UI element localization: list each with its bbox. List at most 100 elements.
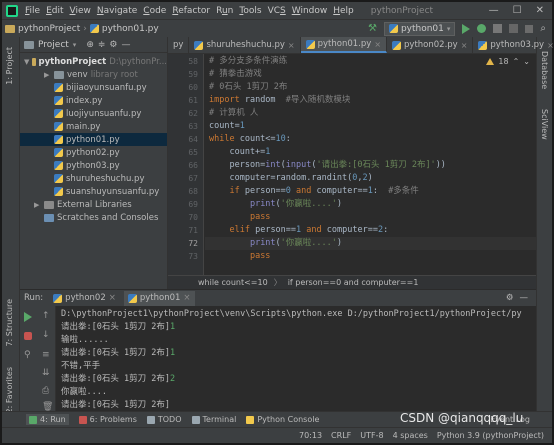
- line-separator[interactable]: CRLF: [331, 431, 351, 440]
- print-icon[interactable]: ⎙: [42, 386, 52, 396]
- breadcrumb-file[interactable]: python01.py: [87, 24, 162, 34]
- expand-arrow-icon[interactable]: ▶: [34, 201, 41, 209]
- code-breadcrumb-while[interactable]: while count<=10: [198, 278, 268, 287]
- pin-icon[interactable]: ⚲: [24, 350, 34, 360]
- hide-panel-icon[interactable]: —: [520, 293, 537, 303]
- close-tab-icon[interactable]: ×: [461, 41, 468, 50]
- run-console-output[interactable]: D:\pythonProject1\pythonProject\venv\Scr…: [57, 306, 536, 411]
- maximize-icon[interactable]: ☐: [513, 5, 522, 16]
- scroll-to-end-icon[interactable]: ⇊: [42, 368, 52, 378]
- tree-item[interactable]: ▶ venv library root: [20, 68, 167, 81]
- stop-icon[interactable]: [525, 24, 534, 33]
- tree-item[interactable]: ▶ External Libraries: [20, 198, 167, 211]
- project-panel-title[interactable]: Project: [38, 40, 69, 50]
- run-tab[interactable]: python02 ×: [49, 291, 120, 306]
- close-tab-icon[interactable]: ×: [547, 41, 554, 50]
- tree-item[interactable]: bijiaoyunsuanfu.py: [20, 81, 167, 94]
- menu-vcs[interactable]: VCS: [265, 6, 289, 16]
- tool-window-problems[interactable]: 6: Problems: [78, 415, 137, 424]
- breadcrumb-project[interactable]: pythonProject: [2, 24, 83, 34]
- close-icon[interactable]: ✕: [536, 5, 544, 16]
- soft-wrap-icon[interactable]: ≡: [42, 350, 52, 360]
- menu-tools[interactable]: Tools: [236, 6, 264, 16]
- tree-item[interactable]: luojiyunsuanfu.py: [20, 107, 167, 120]
- structure-tool-button[interactable]: 7: Structure: [5, 299, 14, 347]
- tool-window-python-console[interactable]: Python Console: [246, 415, 319, 424]
- profile-icon[interactable]: [509, 24, 519, 33]
- code-token: 1: [239, 121, 245, 131]
- expand-arrow-icon[interactable]: ▶: [44, 71, 51, 79]
- close-tab-icon[interactable]: ×: [374, 40, 381, 49]
- console-line: 不错,平手: [61, 360, 100, 373]
- chevron-up-icon[interactable]: ⌃: [513, 57, 520, 66]
- tool-window-terminal[interactable]: Terminal: [191, 415, 236, 424]
- tab-overflow[interactable]: py: [168, 37, 190, 53]
- rerun-icon[interactable]: [24, 312, 32, 322]
- search-icon[interactable]: ⌕: [540, 23, 546, 34]
- tab-file[interactable]: shuruheshuchu.py ×: [189, 37, 301, 53]
- minimize-icon[interactable]: —: [489, 5, 499, 16]
- tab-file[interactable]: python03.py ×: [473, 37, 554, 53]
- tab-file[interactable]: python02.py ×: [387, 37, 474, 53]
- chevron-down-icon[interactable]: ⌄: [523, 57, 530, 66]
- code-token: import: [209, 95, 240, 105]
- menu-run[interactable]: Run: [213, 6, 236, 16]
- project-tool-button[interactable]: 1: Project: [5, 47, 14, 85]
- file-encoding[interactable]: UTF-8: [360, 431, 383, 440]
- tree-item[interactable]: suanshuyunsuanfu.py: [20, 185, 167, 198]
- tree-item[interactable]: python02.py: [20, 146, 167, 159]
- menu-file[interactable]: File: [22, 6, 43, 16]
- menu-code[interactable]: Code: [140, 6, 169, 16]
- code-token: '请出拳:[0石头 1剪刀 2布]': [316, 160, 436, 170]
- menu-refactor[interactable]: Refactor: [169, 6, 213, 16]
- sciview-tool-button[interactable]: SciView: [540, 109, 549, 140]
- favorites-tool-button[interactable]: 2: Favorites: [5, 367, 14, 413]
- gear-icon[interactable]: ⚙: [109, 40, 117, 50]
- run-icon[interactable]: [462, 23, 471, 34]
- hide-panel-icon[interactable]: —: [121, 40, 130, 50]
- close-tab-icon[interactable]: ×: [288, 41, 295, 50]
- tree-root[interactable]: ▼ pythonProject D:\pythonPr...: [20, 55, 167, 68]
- arrow-up-icon[interactable]: ↑: [42, 311, 52, 321]
- menu-edit[interactable]: Edit: [43, 6, 66, 16]
- locate-target-icon[interactable]: ⊕: [86, 40, 94, 50]
- tree-root-label: pythonProject: [38, 56, 107, 67]
- chevron-down-icon[interactable]: ▾: [73, 41, 77, 49]
- close-tab-icon[interactable]: ×: [183, 293, 190, 303]
- run-tab[interactable]: python01 ×: [123, 290, 195, 306]
- python-file-icon: [54, 135, 63, 144]
- run-config-select[interactable]: python01 ▾: [383, 21, 456, 36]
- inspection-badge[interactable]: 18 ⌃ ⌄: [486, 57, 530, 66]
- build-hammer-icon[interactable]: ⚒: [368, 23, 377, 34]
- indent-setting[interactable]: 4 spaces: [393, 431, 428, 440]
- tree-item[interactable]: shuruheshuchu.py: [20, 172, 167, 185]
- database-tool-button[interactable]: Database: [540, 51, 549, 89]
- code-editor[interactable]: 18 ⌃ ⌄ # 多分支多条件演练 # 猜拳击游戏 # 0石头 1剪刀 2布 impo…: [205, 54, 536, 275]
- menu-view[interactable]: View: [67, 6, 94, 16]
- toolbar-actions: ⚒ python01 ▾ ⌕: [368, 21, 552, 36]
- python-interpreter[interactable]: Python 3.9 (pythonProject): [437, 431, 544, 440]
- gear-icon[interactable]: ⚙: [506, 293, 514, 303]
- expand-arrow-icon[interactable]: ▼: [24, 58, 29, 66]
- tab-file[interactable]: python01.py ×: [300, 37, 388, 53]
- debug-icon[interactable]: [477, 24, 487, 33]
- code-breadcrumb-if[interactable]: if person==0 and computer==1: [288, 278, 419, 287]
- tool-window-todo[interactable]: TODO: [146, 415, 182, 424]
- close-tab-icon[interactable]: ×: [109, 293, 116, 303]
- coverage-icon[interactable]: [493, 24, 503, 33]
- menu-window[interactable]: Window: [289, 6, 331, 16]
- menu-navigate[interactable]: Navigate: [94, 6, 140, 16]
- caret-position[interactable]: 70:13: [299, 431, 322, 440]
- tree-item[interactable]: python01.py: [20, 133, 167, 146]
- menu-help[interactable]: Help: [330, 6, 357, 16]
- tree-item[interactable]: Scratches and Consoles: [20, 211, 167, 224]
- pycharm-logo-icon: [6, 4, 18, 17]
- arrow-down-icon[interactable]: ↓: [42, 330, 52, 340]
- stop-icon[interactable]: [24, 332, 32, 340]
- tool-window-run[interactable]: 4: Run: [26, 414, 69, 425]
- code-token: count=: [209, 121, 240, 131]
- collapse-all-icon[interactable]: ≑: [98, 40, 106, 50]
- tree-item[interactable]: main.py: [20, 120, 167, 133]
- tree-item[interactable]: python03.py: [20, 159, 167, 172]
- tree-item[interactable]: index.py: [20, 94, 167, 107]
